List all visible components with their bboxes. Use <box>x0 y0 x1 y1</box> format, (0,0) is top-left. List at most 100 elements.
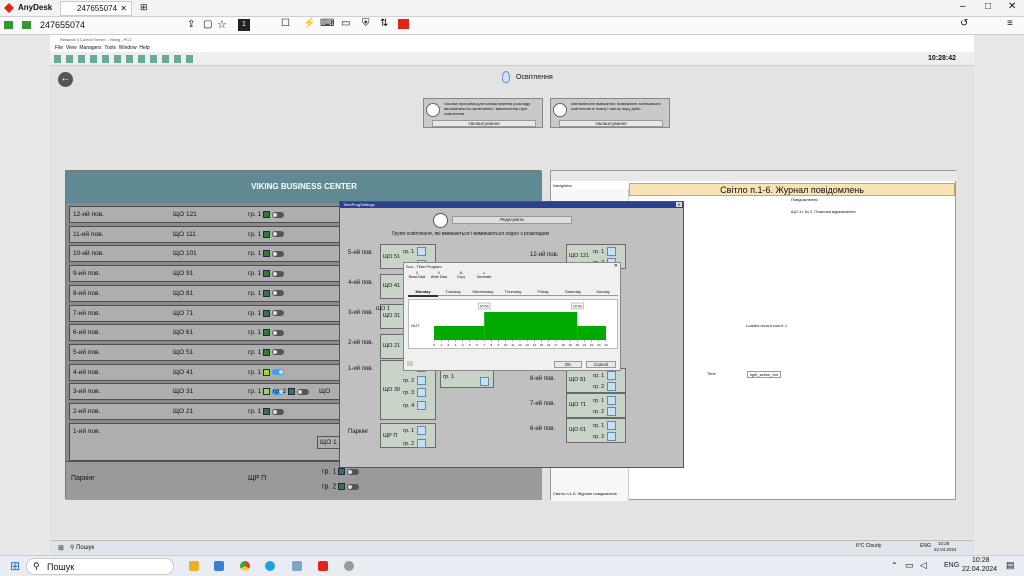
group-toggle[interactable] <box>272 270 285 277</box>
tool-icon[interactable] <box>344 561 354 571</box>
copy-button[interactable]: ⧉ Copy <box>454 271 468 279</box>
tps-group-item[interactable]: гр. 2 <box>593 432 617 441</box>
journal-entry[interactable]: ЩО.1т. 5з 2. Помилка відмовлення <box>791 209 856 214</box>
language-indicator[interactable]: ENG <box>944 562 959 569</box>
tps-group-checkbox[interactable] <box>607 371 617 380</box>
app-icon[interactable] <box>292 561 302 571</box>
day-tab[interactable]: Saturday <box>558 288 588 296</box>
address-field[interactable]: 247655074 <box>40 20 85 30</box>
tps-group-item[interactable]: гр. 2 <box>403 438 427 448</box>
day-tab[interactable]: Friday <box>528 288 558 296</box>
display-icon[interactable]: ▭ <box>341 18 350 29</box>
menu-file[interactable]: File <box>55 45 63 51</box>
tps-group-item[interactable]: гр. 4 <box>403 400 427 410</box>
group-control[interactable]: гр. 1 <box>248 230 285 238</box>
group-toggle[interactable] <box>272 290 285 297</box>
close-icon[interactable]: ✕ <box>1008 1 1016 12</box>
menu-icon[interactable]: ≡ <box>1007 18 1013 29</box>
parking-group-2[interactable]: гр. 2 <box>322 483 360 490</box>
privacy-icon[interactable]: ⛨ <box>362 18 370 29</box>
minimize-icon[interactable]: – <box>960 1 966 12</box>
maximize-icon[interactable]: □ <box>985 1 991 12</box>
remote-start-icon[interactable]: ⊞ <box>58 544 64 552</box>
group-toggle[interactable] <box>272 369 285 376</box>
mid-group-checkbox[interactable] <box>480 377 489 386</box>
anydesk-taskbar-icon[interactable] <box>318 561 328 571</box>
chrome-icon[interactable] <box>240 561 250 571</box>
group-control[interactable]: гр. 1 <box>248 408 285 415</box>
generate-button[interactable]: ▲ Generate <box>474 271 494 279</box>
group-toggle[interactable] <box>272 211 285 218</box>
group-control[interactable]: гр. 1 <box>248 289 285 297</box>
group-toggle[interactable] <box>347 483 360 490</box>
tps-group-item[interactable]: гр. 1 <box>593 247 617 256</box>
tray-chevron-icon[interactable]: ⌃ <box>891 561 898 570</box>
group-toggle[interactable] <box>272 349 285 356</box>
tps-group-checkbox[interactable] <box>417 400 427 410</box>
group-control[interactable]: гр. 1 <box>248 211 285 218</box>
group-toggle[interactable] <box>272 408 285 415</box>
menu-help[interactable]: Help <box>139 45 149 51</box>
tps-group-checkbox[interactable] <box>607 247 617 256</box>
tps-group-checkbox[interactable] <box>417 375 427 385</box>
dialog-close-icon[interactable]: ✕ <box>614 263 618 269</box>
monitor-select-button[interactable]: 1 <box>238 19 250 31</box>
group-2-control[interactable]: гр. 2 <box>273 388 310 396</box>
file-transfer-icon[interactable]: ⇅ <box>380 18 388 29</box>
mail-icon[interactable] <box>214 561 224 571</box>
tps-group-item[interactable]: гр. 2 <box>593 407 617 416</box>
history-icon[interactable]: ↺ <box>960 18 968 29</box>
tps-group-item[interactable]: гр. 3 <box>403 388 427 397</box>
journal-toolbar[interactable] <box>551 171 957 181</box>
tps-group-checkbox[interactable] <box>417 438 427 448</box>
keyboard-icon[interactable]: ⌨ <box>320 18 334 29</box>
menu-managers[interactable]: Managers <box>79 45 101 51</box>
group-toggle[interactable] <box>272 250 285 257</box>
tag-cell[interactable]: light_action_bot <box>747 371 782 378</box>
read-data-button[interactable]: ⬇ Read Data <box>408 271 426 279</box>
tps-group-checkbox[interactable] <box>607 382 617 391</box>
window-icon[interactable]: ▢ <box>203 19 212 30</box>
action-icon[interactable]: ⚡ <box>303 18 315 29</box>
favorite-star-icon[interactable]: ☆ <box>217 18 227 31</box>
tps-group-checkbox[interactable] <box>607 396 617 405</box>
schedule-settings-button[interactable]: Налаштування <box>432 120 536 127</box>
search-box[interactable]: ⚲ Пошук <box>26 558 174 575</box>
group-control[interactable]: гр. 1 <box>248 250 285 258</box>
auto-light-settings-button[interactable]: Налаштування <box>559 120 663 127</box>
group-toggle[interactable] <box>347 468 360 475</box>
tps-group-item[interactable]: гр. 2 <box>593 382 617 391</box>
day-tab[interactable]: Wednesday <box>468 288 498 296</box>
group-toggle[interactable] <box>272 310 285 316</box>
group-control[interactable]: гр. 1 <box>248 329 285 336</box>
toolbar-icons[interactable] <box>54 55 194 63</box>
schedule-chart[interactable]: OUT 07:00 20:00 0 1 2 3 4 5 6 7 8 9 10 11 12 13 14 15 16 17 1… <box>408 299 618 349</box>
remote-search[interactable]: ⚲ Пошук <box>70 544 94 551</box>
tps-group-item[interactable]: гр. 1 <box>403 247 427 256</box>
parking-group-1[interactable]: гр. 1 <box>322 468 360 475</box>
ok-button[interactable]: OK <box>554 361 582 368</box>
tps-group-checkbox[interactable] <box>607 421 617 430</box>
tps-group-checkbox[interactable] <box>607 432 617 441</box>
day-tab[interactable]: Thursday <box>498 288 528 296</box>
tps-group-item[interactable]: гр. 1 <box>403 426 427 435</box>
group-toggle[interactable] <box>297 388 310 395</box>
edit-button[interactable]: Редагувати <box>452 216 572 224</box>
menu-view[interactable]: View <box>66 45 77 51</box>
group-toggle[interactable] <box>272 231 285 238</box>
day-tab[interactable]: Monday <box>408 288 438 297</box>
group-control[interactable]: гр. 1 <box>248 309 285 317</box>
tps-close-icon[interactable]: ✕ <box>676 202 682 207</box>
start-icon[interactable]: ⊞ <box>10 559 20 573</box>
tps-group-item[interactable]: гр. 1 <box>593 421 617 430</box>
network-icon[interactable]: ▭ <box>905 560 914 571</box>
dialog-settings-icon[interactable] <box>407 361 413 366</box>
edge-icon[interactable] <box>265 561 275 571</box>
tps-group-checkbox[interactable] <box>607 407 617 416</box>
tps-group-item[interactable]: гр. 1 <box>593 371 617 380</box>
record-icon[interactable] <box>398 19 409 29</box>
back-button[interactable]: ← <box>58 72 73 87</box>
notification-icon[interactable]: ▤ <box>1006 560 1015 571</box>
write-data-button[interactable]: ⬆ Write Data <box>429 271 449 279</box>
tps-group-checkbox[interactable] <box>417 426 427 435</box>
